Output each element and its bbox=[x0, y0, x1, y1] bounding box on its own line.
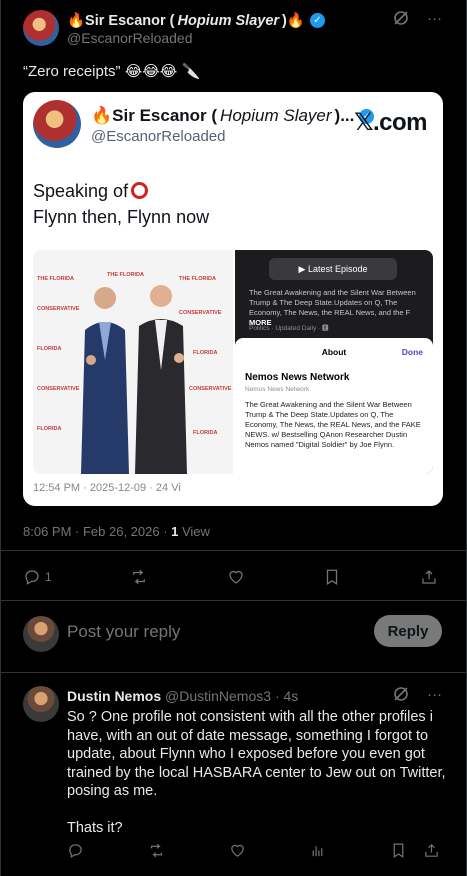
heart-icon[interactable] bbox=[229, 842, 246, 859]
svg-text:CONSERVATIVE: CONSERVATIVE bbox=[37, 386, 80, 392]
more-options-icon[interactable]: ··· bbox=[427, 686, 442, 703]
quoted-author-handle: @EscanorReloaded bbox=[91, 128, 226, 145]
reply-author-avatar[interactable] bbox=[23, 686, 59, 722]
bookmark-action[interactable] bbox=[323, 568, 341, 586]
repost-icon[interactable] bbox=[148, 842, 165, 859]
share-action[interactable] bbox=[420, 568, 438, 586]
divider bbox=[1, 550, 467, 551]
author-handle[interactable]: @EscanorReloaded bbox=[67, 30, 193, 46]
share-icon[interactable] bbox=[423, 842, 440, 859]
event-photo: THE FLORIDA THE FLORIDA THE FLORIDA CONSER… bbox=[33, 250, 233, 474]
about-sheet-done: Done bbox=[401, 347, 423, 357]
x-logo: 𝕏.com bbox=[354, 109, 427, 136]
podcast-publisher: Nemos News Network bbox=[245, 386, 310, 393]
author-name-nick: Hopium Slayer bbox=[177, 12, 280, 29]
reply-time[interactable]: · 4s bbox=[275, 688, 298, 704]
quoted-name-suffix: )... bbox=[334, 106, 355, 125]
podcast-screenshot: ▶ Latest Episode The Great Awakening and… bbox=[235, 250, 433, 474]
reply-icon bbox=[25, 570, 39, 585]
heart-icon bbox=[229, 570, 243, 584]
reply-count: 1 bbox=[45, 570, 52, 584]
bookmark-icon bbox=[327, 569, 338, 585]
svg-text:FLORIDA: FLORIDA bbox=[193, 350, 217, 356]
svg-text:CONSERVATIVE: CONSERVATIVE bbox=[189, 386, 232, 392]
more-options-icon[interactable]: ··· bbox=[427, 10, 442, 27]
grok-icon[interactable] bbox=[393, 10, 409, 26]
post-timestamp: 8:06 PM · Feb 26, 2026 · 1 View bbox=[23, 524, 210, 539]
podcast-category: Politics · Updated Daily · 🅴 bbox=[249, 325, 329, 332]
author-name-suffix: )🔥 bbox=[282, 13, 305, 29]
quoted-name-nick: Hopium Slayer bbox=[220, 106, 332, 125]
svg-text:THE FLORIDA: THE FLORIDA bbox=[37, 276, 74, 282]
reply-action[interactable]: 1 bbox=[23, 568, 52, 586]
reply-header: Dustin Nemos @DustinNemos3 · 4s bbox=[67, 688, 298, 704]
svg-text:CONSERVATIVE: CONSERVATIVE bbox=[179, 310, 222, 316]
analytics-icon[interactable] bbox=[309, 842, 326, 859]
reply-text: So ? One profile not consistent with all… bbox=[67, 708, 447, 856]
repost-icon bbox=[133, 569, 146, 585]
reply-input[interactable] bbox=[67, 622, 357, 642]
podcast-about-text: The Great Awakening and the Silent War B… bbox=[245, 400, 421, 449]
podcast-name: Nemos News Network bbox=[245, 372, 350, 383]
svg-text:CONSERVATIVE: CONSERVATIVE bbox=[37, 306, 80, 312]
reply-icon[interactable] bbox=[67, 842, 84, 859]
divider bbox=[1, 672, 467, 673]
grok-icon[interactable] bbox=[393, 686, 409, 702]
svg-text:FLORIDA: FLORIDA bbox=[37, 426, 61, 432]
reply-author-handle[interactable]: @DustinNemos3 bbox=[165, 688, 271, 704]
share-icon bbox=[422, 570, 436, 584]
current-user-avatar[interactable] bbox=[23, 616, 59, 652]
quoted-image[interactable]: 🔥Sir Escanor (Hopium Slayer)... ✓ @Escan… bbox=[23, 92, 443, 506]
quoted-name-prefix: 🔥Sir Escanor ( bbox=[91, 106, 218, 125]
bookmark-icon[interactable] bbox=[390, 842, 407, 859]
repost-action[interactable] bbox=[130, 568, 148, 586]
svg-text:FLORIDA: FLORIDA bbox=[37, 346, 61, 352]
photo-illustration: THE FLORIDA THE FLORIDA THE FLORIDA CONSER… bbox=[33, 250, 233, 474]
reply-actions bbox=[67, 842, 440, 859]
reply-button[interactable]: Reply bbox=[374, 615, 442, 647]
svg-text:THE FLORIDA: THE FLORIDA bbox=[107, 272, 144, 278]
red-circle-icon bbox=[131, 182, 149, 199]
post-actions: 1 bbox=[23, 568, 438, 586]
svg-text:FLORIDA: FLORIDA bbox=[193, 430, 217, 436]
about-sheet: About Done Nemos News Network Nemos News… bbox=[235, 338, 433, 474]
reply-author-name[interactable]: Dustin Nemos bbox=[67, 688, 161, 704]
timestamp-text[interactable]: 8:06 PM · Feb 26, 2026 · bbox=[23, 524, 171, 539]
post-text: “Zero receipts” 😂😂😂 🔪 bbox=[23, 63, 201, 80]
post-thread: 🔥Sir Escanor (Hopium Slayer)🔥 ✓ @Escanor… bbox=[0, 0, 467, 876]
author-name[interactable]: 🔥Sir Escanor (Hopium Slayer)🔥 ✓ bbox=[67, 12, 325, 29]
reply-paragraph: Thats it? bbox=[67, 820, 123, 836]
like-action[interactable] bbox=[227, 568, 245, 586]
quoted-text: Speaking of Flynn then, Flynn now bbox=[33, 178, 209, 230]
divider bbox=[1, 600, 467, 601]
quoted-line-1: Speaking of bbox=[33, 181, 129, 201]
quoted-author-avatar bbox=[33, 100, 81, 148]
podcast-description-text: The Great Awakening and the Silent War B… bbox=[249, 288, 416, 317]
views-label: View bbox=[178, 524, 210, 539]
reply-paragraph: So ? One profile not consistent with all… bbox=[67, 709, 446, 799]
quoted-footer: 12:54 PM · 2025-12-09 · 24 Vi bbox=[33, 482, 181, 494]
quoted-line-2: Flynn then, Flynn now bbox=[33, 207, 210, 227]
quoted-author-name: 🔥Sir Escanor (Hopium Slayer)... ✓ bbox=[91, 106, 375, 126]
latest-episode-button: ▶ Latest Episode bbox=[269, 258, 397, 280]
svg-text:THE FLORIDA: THE FLORIDA bbox=[179, 276, 216, 282]
author-avatar[interactable] bbox=[23, 10, 59, 46]
author-name-prefix: 🔥Sir Escanor ( bbox=[67, 13, 175, 29]
verified-badge-icon: ✓ bbox=[309, 13, 325, 28]
